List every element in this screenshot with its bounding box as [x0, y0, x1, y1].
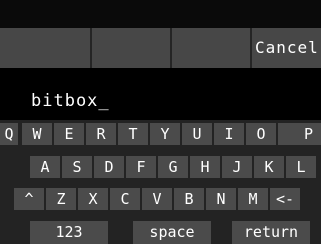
- key-r[interactable]: R: [86, 123, 116, 145]
- key-shift[interactable]: ^: [14, 188, 44, 210]
- input-value: bitbox_: [31, 91, 110, 111]
- key-a[interactable]: A: [30, 156, 60, 178]
- key-b[interactable]: B: [174, 188, 204, 210]
- keyboard-screen: Cancel bitbox_ Q W E R T Y U I O P A S D…: [0, 0, 321, 244]
- key-x[interactable]: X: [78, 188, 108, 210]
- key-z[interactable]: Z: [46, 188, 76, 210]
- key-y[interactable]: Y: [150, 123, 180, 145]
- blank-button-3[interactable]: [172, 28, 250, 68]
- key-m[interactable]: M: [238, 188, 268, 210]
- key-l[interactable]: L: [286, 156, 316, 178]
- key-w[interactable]: W: [22, 123, 52, 145]
- key-g[interactable]: G: [158, 156, 188, 178]
- action-bar: Cancel: [0, 28, 321, 68]
- key-h[interactable]: H: [190, 156, 220, 178]
- key-123[interactable]: 123: [30, 221, 108, 244]
- key-d[interactable]: D: [94, 156, 124, 178]
- key-t[interactable]: T: [118, 123, 148, 145]
- key-e[interactable]: E: [54, 123, 84, 145]
- key-backspace[interactable]: <-: [270, 188, 300, 210]
- key-i[interactable]: I: [214, 123, 244, 145]
- key-c[interactable]: C: [110, 188, 140, 210]
- key-v[interactable]: V: [142, 188, 172, 210]
- key-u[interactable]: U: [182, 123, 212, 145]
- key-p[interactable]: P: [278, 123, 321, 145]
- key-q[interactable]: Q: [0, 123, 18, 145]
- key-j[interactable]: J: [222, 156, 252, 178]
- key-o[interactable]: O: [246, 123, 276, 145]
- blank-button-2[interactable]: [92, 28, 170, 68]
- on-screen-keyboard: Q W E R T Y U I O P A S D F G H J K L ^ …: [0, 120, 321, 244]
- key-n[interactable]: N: [206, 188, 236, 210]
- key-return[interactable]: return: [232, 221, 310, 244]
- key-s[interactable]: S: [62, 156, 92, 178]
- top-bar: [0, 0, 321, 28]
- cancel-button[interactable]: Cancel: [252, 28, 321, 68]
- text-input-field[interactable]: bitbox_: [0, 68, 321, 120]
- key-k[interactable]: K: [254, 156, 284, 178]
- blank-button-1[interactable]: [0, 28, 90, 68]
- key-space[interactable]: space: [133, 221, 211, 244]
- key-f[interactable]: F: [126, 156, 156, 178]
